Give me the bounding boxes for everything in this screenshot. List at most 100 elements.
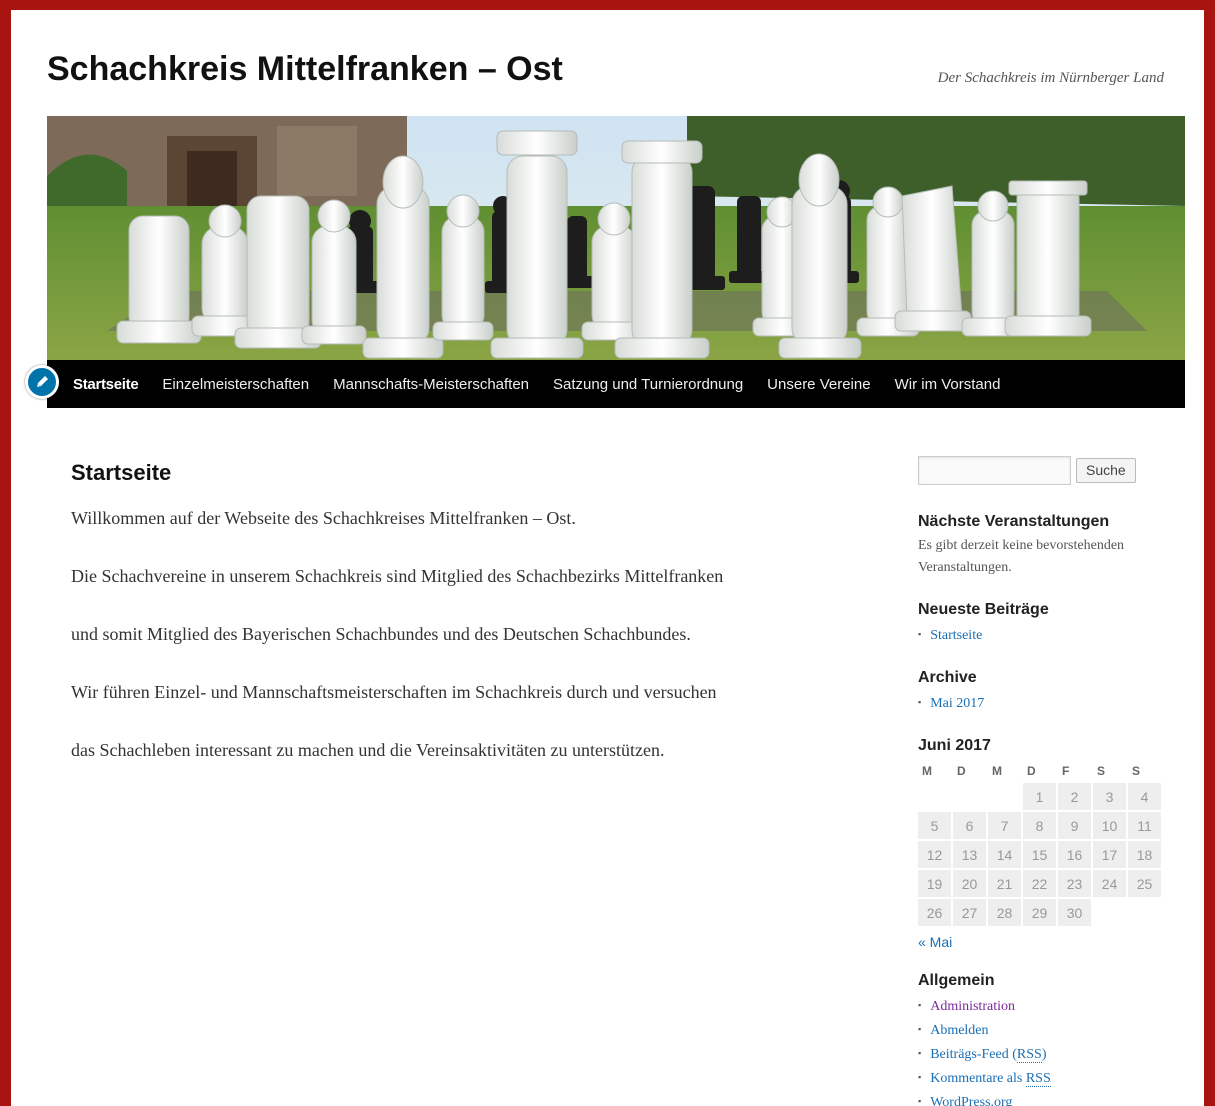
rss-abbr: RSS <box>1025 1071 1051 1087</box>
calendar-day: 15 <box>1023 841 1056 868</box>
calendar-day: 20 <box>953 870 986 897</box>
calendar-day: 4 <box>1128 783 1161 810</box>
search-input[interactable] <box>918 456 1071 485</box>
chess-garden-photo <box>47 116 1185 361</box>
events-widget: Nächste Veranstaltungen Es gibt derzeit … <box>918 513 1168 579</box>
comments-feed-prefix: Kommentare als <box>930 1071 1026 1086</box>
rss-abbr: RSS <box>1016 1047 1042 1063</box>
archive-title: Archive <box>918 669 977 686</box>
posts-feed-suffix: ) <box>1041 1047 1047 1062</box>
list-item: WordPress.org <box>918 1090 1168 1106</box>
nav-item-mannschafts-meisterschaften[interactable]: Mannschafts-Meisterschaften <box>333 376 529 393</box>
calendar-weekday: S <box>1132 764 1141 778</box>
calendar-day: 6 <box>953 812 986 839</box>
nav-item-satzung[interactable]: Satzung und Turnierordnung <box>553 376 743 393</box>
calendar-day: 23 <box>1058 870 1091 897</box>
calendar-week: 12 13 14 15 16 17 18 <box>918 841 1161 868</box>
calendar-week: 26 27 28 29 30 <box>918 899 1161 926</box>
main-content: Startseite Willkommen auf der Webseite d… <box>71 460 861 794</box>
events-widget-title: Nächste Veranstaltungen <box>918 513 1110 530</box>
list-item: Beiträgs-Feed (RSS) <box>918 1042 1168 1066</box>
posts-feed-link[interactable]: Beiträgs-Feed (RSS) <box>930 1047 1047 1063</box>
calendar-day: 19 <box>918 870 951 897</box>
events-empty-text: Es gibt derzeit keine bevorstehenden Ver… <box>918 538 1125 575</box>
search-form: Suche <box>918 456 1168 485</box>
recent-post-link[interactable]: Startseite <box>930 628 982 643</box>
page: Schachkreis Mittelfranken – Ost Der Scha… <box>11 10 1204 1106</box>
calendar-day: 13 <box>953 841 986 868</box>
content-paragraph: Willkommen auf der Webseite des Schachkr… <box>71 508 576 528</box>
calendar-day: 18 <box>1128 841 1161 868</box>
calendar-day: 28 <box>988 899 1021 926</box>
header-image <box>47 116 1185 361</box>
calendar-empty-cell <box>988 783 1021 810</box>
site-title[interactable]: Schachkreis Mittelfranken – Ost <box>47 50 563 89</box>
sidebar: Suche Nächste Veranstaltungen Es gibt de… <box>918 456 1168 1106</box>
nav-item-unsere-vereine[interactable]: Unsere Vereine <box>767 376 870 393</box>
calendar-day: 12 <box>918 841 951 868</box>
calendar-day: 22 <box>1023 870 1056 897</box>
pencil-icon <box>37 376 48 387</box>
calendar-weekday: M <box>922 764 932 778</box>
calendar-empty-cell <box>918 783 951 810</box>
edit-shortcut-button[interactable] <box>25 365 59 399</box>
comments-feed-link[interactable]: Kommentare als RSS <box>930 1071 1051 1087</box>
admin-link[interactable]: Administration <box>930 999 1015 1014</box>
calendar-day: 26 <box>918 899 951 926</box>
calendar-day: 16 <box>1058 841 1091 868</box>
search-button[interactable]: Suche <box>1076 458 1136 483</box>
meta-widget: Allgemein Administration Abmelden Beiträ… <box>918 972 1168 1106</box>
calendar-day: 21 <box>988 870 1021 897</box>
calendar-day: 24 <box>1093 870 1126 897</box>
calendar-week: 5 6 7 8 9 10 11 <box>918 812 1161 839</box>
calendar-day: 27 <box>953 899 986 926</box>
page-title: Startseite <box>71 460 172 485</box>
recent-posts-title: Neueste Beiträge <box>918 601 1049 618</box>
recent-posts-widget: Neueste Beiträge Startseite <box>918 601 1168 647</box>
list-item: Kommentare als RSS <box>918 1066 1168 1090</box>
calendar-day: 11 <box>1128 812 1161 839</box>
calendar-day: 9 <box>1058 812 1091 839</box>
calendar-empty-cell <box>953 783 986 810</box>
list-item: Administration <box>918 994 1168 1018</box>
list-item: Mai 2017 <box>918 691 1168 715</box>
content-paragraph: das Schachleben interessant zu machen un… <box>71 740 665 760</box>
nav-item-startseite[interactable]: Startseite <box>73 376 139 393</box>
content-paragraph: Wir führen Einzel- und Mannschaftsmeiste… <box>71 682 717 702</box>
calendar-week: 19 20 21 22 23 24 25 <box>918 870 1161 897</box>
calendar-widget: Juni 2017 MDMDFSS 1 2 3 4 5 6 7 8 9 10 11 12 13 14 15 1… <box>918 737 1168 950</box>
calendar-table: MDMDFSS 1 2 3 4 5 6 7 8 9 10 11 12 13 14 15 16 17 18 19 20 2… <box>916 759 1163 928</box>
wordpress-link[interactable]: WordPress.org <box>930 1095 1012 1106</box>
list-item: Startseite <box>918 623 1168 647</box>
calendar-title: Juni 2017 <box>918 737 991 754</box>
calendar-day: 14 <box>988 841 1021 868</box>
calendar-empty-cell <box>1093 899 1126 926</box>
calendar-day: 25 <box>1128 870 1161 897</box>
main-navigation: Startseite Einzelmeisterschaften Mannsch… <box>47 360 1185 408</box>
calendar-day: 2 <box>1058 783 1091 810</box>
content-paragraph: und somit Mitglied des Bayerischen Schac… <box>71 624 691 644</box>
calendar-day: 7 <box>988 812 1021 839</box>
nav-item-vorstand[interactable]: Wir im Vorstand <box>895 376 1001 393</box>
calendar-day: 10 <box>1093 812 1126 839</box>
archive-widget: Archive Mai 2017 <box>918 669 1168 715</box>
calendar-day: 1 <box>1023 783 1056 810</box>
calendar-weekday: S <box>1097 764 1106 778</box>
calendar-prev-month-link[interactable]: « Mai <box>918 934 1168 950</box>
calendar-empty-cell <box>1128 899 1161 926</box>
calendar-day: 29 <box>1023 899 1056 926</box>
nav-item-einzelmeisterschaften[interactable]: Einzelmeisterschaften <box>162 376 309 393</box>
calendar-day: 3 <box>1093 783 1126 810</box>
logout-link[interactable]: Abmelden <box>930 1023 988 1038</box>
calendar-weekday: D <box>1027 764 1036 778</box>
posts-feed-prefix: Beiträgs-Feed ( <box>930 1047 1017 1062</box>
calendar-day: 17 <box>1093 841 1126 868</box>
calendar-weekday: M <box>992 764 1002 778</box>
calendar-day: 8 <box>1023 812 1056 839</box>
content-paragraph: Die Schachvereine in unserem Schachkreis… <box>71 566 724 586</box>
calendar-weekday: F <box>1062 764 1070 778</box>
calendar-day: 30 <box>1058 899 1091 926</box>
calendar-day: 5 <box>918 812 951 839</box>
meta-title: Allgemein <box>918 972 995 989</box>
archive-link[interactable]: Mai 2017 <box>930 696 984 711</box>
